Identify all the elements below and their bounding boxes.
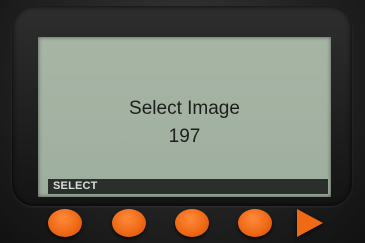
softkey-button-1[interactable] [48, 209, 82, 237]
lcd-screen: Select Image 197 SELECT [38, 37, 331, 197]
softkey-button-4[interactable] [238, 209, 272, 237]
softkey-button-3[interactable] [175, 209, 209, 237]
image-number: 197 [168, 126, 201, 147]
softkey-button-2[interactable] [112, 209, 146, 237]
select-softkey-label: SELECT [53, 180, 98, 192]
softkey-bar: SELECT [48, 179, 328, 194]
right-arrow-button[interactable] [297, 209, 323, 237]
screen-title: Select Image [129, 98, 240, 119]
device-body: Select Image 197 SELECT [0, 0, 365, 243]
